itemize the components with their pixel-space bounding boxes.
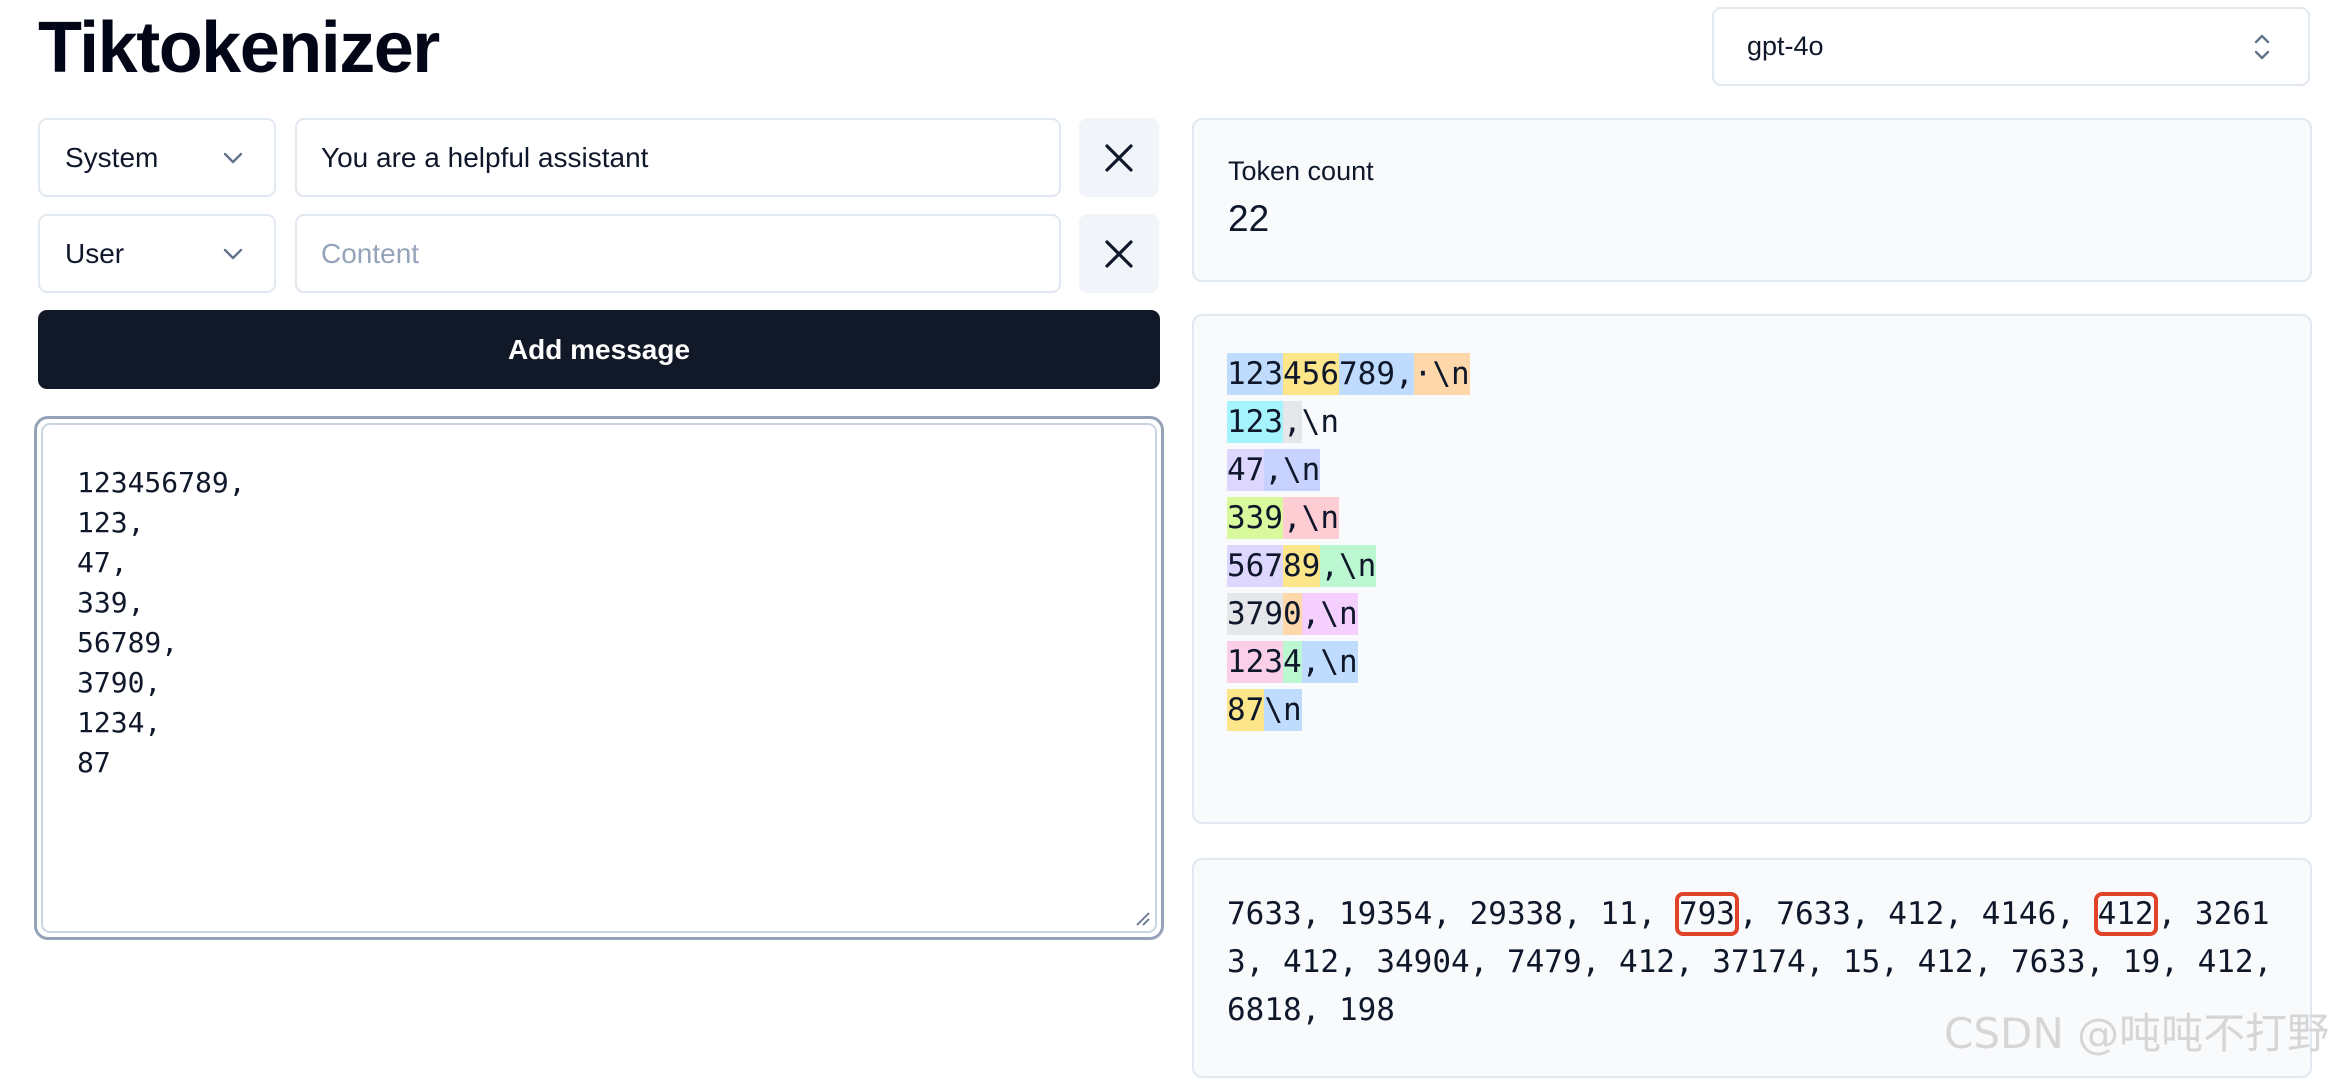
- message-content-input[interactable]: [295, 214, 1061, 293]
- token-line: 1234,\n: [1227, 638, 1470, 686]
- resize-handle-icon[interactable]: [1133, 909, 1151, 927]
- close-icon: [1105, 143, 1133, 172]
- token-line: 123456789,·\n: [1227, 350, 1470, 398]
- token-count-value: 22: [1228, 198, 1270, 239]
- input-text-area[interactable]: 123456789, 123, 47, 339, 56789, 3790, 12…: [41, 423, 1157, 933]
- token-id: 15: [1842, 944, 1881, 980]
- chevron-down-icon: [223, 248, 243, 260]
- chevron-down-icon: [223, 152, 243, 164]
- token-segment[interactable]: ,\n: [1320, 545, 1377, 587]
- token-id: 6818: [1227, 992, 1302, 1028]
- token-id: 19354: [1338, 896, 1433, 932]
- role-select-system[interactable]: System: [38, 118, 276, 197]
- token-segment[interactable]: ,\n: [1301, 641, 1358, 683]
- token-segment[interactable]: 0: [1283, 593, 1302, 635]
- close-icon: [1105, 239, 1133, 268]
- token-segment[interactable]: 47: [1227, 449, 1265, 491]
- token-line: 339,\n: [1227, 494, 1470, 542]
- token-id: 7479: [1506, 944, 1582, 980]
- token-id-highlighted: 793: [1674, 892, 1739, 936]
- token-id: 7633: [1776, 896, 1851, 932]
- token-segment[interactable]: ·\n: [1413, 353, 1470, 395]
- token-id: 19: [2122, 944, 2161, 980]
- token-segment[interactable]: ,: [1283, 401, 1302, 443]
- token-id: 412: [2197, 944, 2254, 980]
- token-id: 11: [1600, 896, 1638, 932]
- token-count-panel: Token count 22: [1192, 118, 2312, 282]
- token-line: 47,\n: [1227, 446, 1470, 494]
- token-segment[interactable]: 123: [1227, 401, 1283, 443]
- token-id: 198: [1338, 992, 1395, 1028]
- token-segment[interactable]: 87: [1227, 689, 1265, 731]
- token-line: 123,\n: [1227, 398, 1470, 446]
- token-segment[interactable]: 123: [1227, 353, 1283, 395]
- token-id: 412: [1917, 944, 1974, 980]
- token-segment[interactable]: 567: [1227, 545, 1283, 587]
- role-select-value: System: [65, 141, 159, 173]
- tokens-panel: 123456789,·\n 123,\n 47,\n 339,\n 56789,\n 37…: [1192, 314, 2312, 824]
- token-segment[interactable]: ,\n: [1264, 449, 1321, 491]
- token-segment[interactable]: 789: [1339, 353, 1395, 395]
- role-select-value: User: [65, 237, 125, 269]
- token-id: 412: [1618, 944, 1675, 980]
- remove-message-button[interactable]: [1079, 118, 1159, 197]
- token-line: 87\n: [1227, 686, 1470, 734]
- role-select-user[interactable]: User: [38, 214, 276, 293]
- add-message-button[interactable]: Add message: [38, 310, 1160, 389]
- token-segment[interactable]: 4: [1283, 641, 1302, 683]
- token-id: 4146: [1981, 896, 2057, 932]
- token-line: 56789,\n: [1227, 542, 1470, 590]
- token-segment[interactable]: 379: [1227, 593, 1283, 635]
- token-id: 7633: [2010, 944, 2086, 980]
- message-content-input[interactable]: [295, 118, 1061, 197]
- token-segment[interactable]: \n: [1264, 689, 1302, 731]
- token-segment[interactable]: ,\n: [1283, 497, 1339, 539]
- model-select-value: gpt-4o: [1747, 31, 1824, 61]
- app-title: Tiktokenizer: [38, 8, 440, 88]
- token-id: 29338: [1469, 896, 1563, 932]
- remove-message-button[interactable]: [1079, 214, 1159, 293]
- token-segment[interactable]: 456: [1283, 353, 1339, 395]
- token-segment[interactable]: ,: [1395, 353, 1414, 395]
- token-id: 37174: [1712, 944, 1806, 980]
- token-segment[interactable]: 89: [1283, 545, 1321, 587]
- token-id: 34904: [1376, 944, 1470, 980]
- token-segment[interactable]: 123: [1227, 641, 1283, 683]
- token-segment[interactable]: 339: [1227, 497, 1283, 539]
- model-select[interactable]: gpt-4o: [1712, 7, 2310, 86]
- token-id: 412: [1283, 944, 1339, 980]
- token-line: 3790,\n: [1227, 590, 1470, 638]
- token-segments-view: 123456789,·\n 123,\n 47,\n 339,\n 56789,\n 37…: [1227, 350, 1470, 734]
- token-id-highlighted: 412: [2093, 892, 2158, 936]
- watermark: CSDN @吨吨不打野: [1944, 1009, 2330, 1058]
- chevron-up-down-icon: [2254, 34, 2270, 60]
- token-segment[interactable]: ,\n: [1301, 593, 1358, 635]
- token-id: 412: [1888, 896, 1945, 932]
- token-segment[interactable]: \n: [1302, 401, 1339, 443]
- text-area-focus-ring: 123456789, 123, 47, 339, 56789, 3790, 12…: [34, 416, 1164, 940]
- token-id: 7633: [1227, 896, 1302, 932]
- token-count-label: Token count: [1228, 156, 1374, 186]
